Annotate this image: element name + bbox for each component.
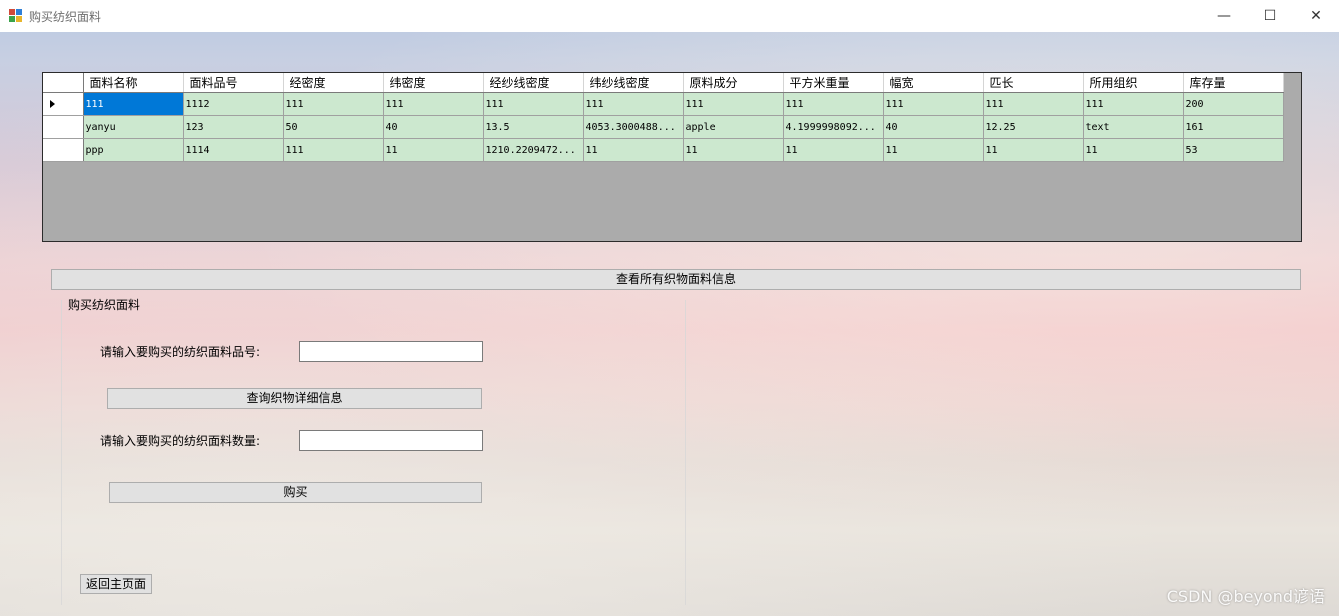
table-cell[interactable]: 13.5 bbox=[483, 115, 584, 139]
table-cell[interactable]: 111 bbox=[883, 92, 984, 116]
table-cell[interactable]: 111 bbox=[783, 92, 884, 116]
column-header[interactable]: 匹长 bbox=[983, 73, 1084, 93]
table-cell[interactable]: ppp bbox=[83, 138, 184, 162]
column-header[interactable]: 平方米重量 bbox=[783, 73, 884, 93]
table-cell[interactable]: 1210.2209472... bbox=[483, 138, 584, 162]
table-cell[interactable]: 11 bbox=[683, 138, 784, 162]
column-header[interactable]: 纬纱线密度 bbox=[583, 73, 684, 93]
table-cell[interactable]: 11 bbox=[583, 138, 684, 162]
table-cell[interactable]: 12.25 bbox=[983, 115, 1084, 139]
row-header-corner bbox=[43, 73, 84, 93]
fabric-code-input[interactable] bbox=[299, 341, 483, 362]
table-cell[interactable]: 1112 bbox=[183, 92, 284, 116]
watermark-text: CSDN @beyond谚语 bbox=[1166, 587, 1325, 606]
table-row[interactable]: yanyu 123 50 40 13.5 4053.3000488... app… bbox=[43, 115, 1284, 139]
fabric-quantity-label: 请输入要购买的纺织面料数量: bbox=[100, 434, 261, 448]
table-cell[interactable]: 11 bbox=[383, 138, 484, 162]
table-cell[interactable]: 4.1999998092... bbox=[783, 115, 884, 139]
current-row-arrow-icon bbox=[50, 100, 55, 108]
column-header[interactable]: 幅宽 bbox=[883, 73, 984, 93]
table-cell[interactable]: 123 bbox=[183, 115, 284, 139]
table-cell[interactable]: apple bbox=[683, 115, 784, 139]
column-header[interactable]: 面料品号 bbox=[183, 73, 284, 93]
table-row[interactable]: ppp 1114 111 11 1210.2209472... 11 11 11… bbox=[43, 138, 1284, 162]
fabric-code-label: 请输入要购买的纺织面料品号: bbox=[100, 345, 261, 359]
query-detail-button[interactable]: 查询织物详细信息 bbox=[107, 388, 482, 409]
column-header[interactable]: 纬密度 bbox=[383, 73, 484, 93]
table-cell[interactable]: 111 bbox=[483, 92, 584, 116]
view-all-fabrics-button[interactable]: 查看所有织物面料信息 bbox=[51, 269, 1301, 290]
column-header[interactable]: 库存量 bbox=[1183, 73, 1284, 93]
table-cell[interactable]: 11 bbox=[983, 138, 1084, 162]
back-home-button[interactable]: 返回主页面 bbox=[80, 574, 152, 594]
table-cell[interactable]: 53 bbox=[1183, 138, 1284, 162]
row-header[interactable] bbox=[43, 138, 84, 162]
table-cell[interactable]: 40 bbox=[883, 115, 984, 139]
table-cell[interactable]: 111 bbox=[983, 92, 1084, 116]
table-cell[interactable]: 50 bbox=[283, 115, 384, 139]
table-cell[interactable]: 111 bbox=[683, 92, 784, 116]
column-header[interactable]: 经密度 bbox=[283, 73, 384, 93]
table-cell[interactable]: 111 bbox=[583, 92, 684, 116]
table-cell[interactable]: 111 bbox=[83, 92, 184, 116]
app-window: 购买纺织面料 — ☐ ✕ 面料名称 面料品号 经密度 纬密度 经纱线密度 纬纱线… bbox=[0, 0, 1339, 616]
column-header[interactable]: 面料名称 bbox=[83, 73, 184, 93]
table-cell[interactable]: 4053.3000488... bbox=[583, 115, 684, 139]
maximize-icon[interactable]: ☐ bbox=[1247, 0, 1293, 32]
row-header[interactable] bbox=[43, 92, 84, 116]
table-cell[interactable]: 111 bbox=[1083, 92, 1184, 116]
minimize-icon[interactable]: — bbox=[1201, 0, 1247, 32]
window-title: 购买纺织面料 bbox=[29, 10, 102, 24]
column-header[interactable]: 经纱线密度 bbox=[483, 73, 584, 93]
app-icon bbox=[9, 9, 22, 22]
table-row[interactable]: 111 1112 111 111 111 111 111 111 111 111… bbox=[43, 92, 1284, 116]
table-cell[interactable]: 111 bbox=[283, 92, 384, 116]
table-cell[interactable]: 11 bbox=[1083, 138, 1184, 162]
table-cell[interactable]: text bbox=[1083, 115, 1184, 139]
title-bar: 购买纺织面料 — ☐ ✕ bbox=[0, 0, 1339, 32]
groupbox-title: 购买纺织面料 bbox=[68, 298, 141, 312]
table-cell[interactable]: 111 bbox=[283, 138, 384, 162]
table-cell[interactable]: 161 bbox=[1183, 115, 1284, 139]
fabric-table: 面料名称 面料品号 经密度 纬密度 经纱线密度 纬纱线密度 原料成分 平方米重量… bbox=[43, 73, 1284, 162]
fabric-quantity-input[interactable] bbox=[299, 430, 483, 451]
table-cell[interactable]: yanyu bbox=[83, 115, 184, 139]
table-cell[interactable]: 11 bbox=[783, 138, 884, 162]
table-cell[interactable]: 111 bbox=[383, 92, 484, 116]
column-header[interactable]: 原料成分 bbox=[683, 73, 784, 93]
close-icon[interactable]: ✕ bbox=[1293, 0, 1339, 32]
row-header[interactable] bbox=[43, 115, 84, 139]
table-cell[interactable]: 40 bbox=[383, 115, 484, 139]
table-cell[interactable]: 1114 bbox=[183, 138, 284, 162]
fabric-data-grid[interactable]: 面料名称 面料品号 经密度 纬密度 经纱线密度 纬纱线密度 原料成分 平方米重量… bbox=[42, 72, 1302, 242]
column-header[interactable]: 所用组织 bbox=[1083, 73, 1184, 93]
table-cell[interactable]: 11 bbox=[883, 138, 984, 162]
table-cell[interactable]: 200 bbox=[1183, 92, 1284, 116]
buy-button[interactable]: 购买 bbox=[109, 482, 482, 503]
